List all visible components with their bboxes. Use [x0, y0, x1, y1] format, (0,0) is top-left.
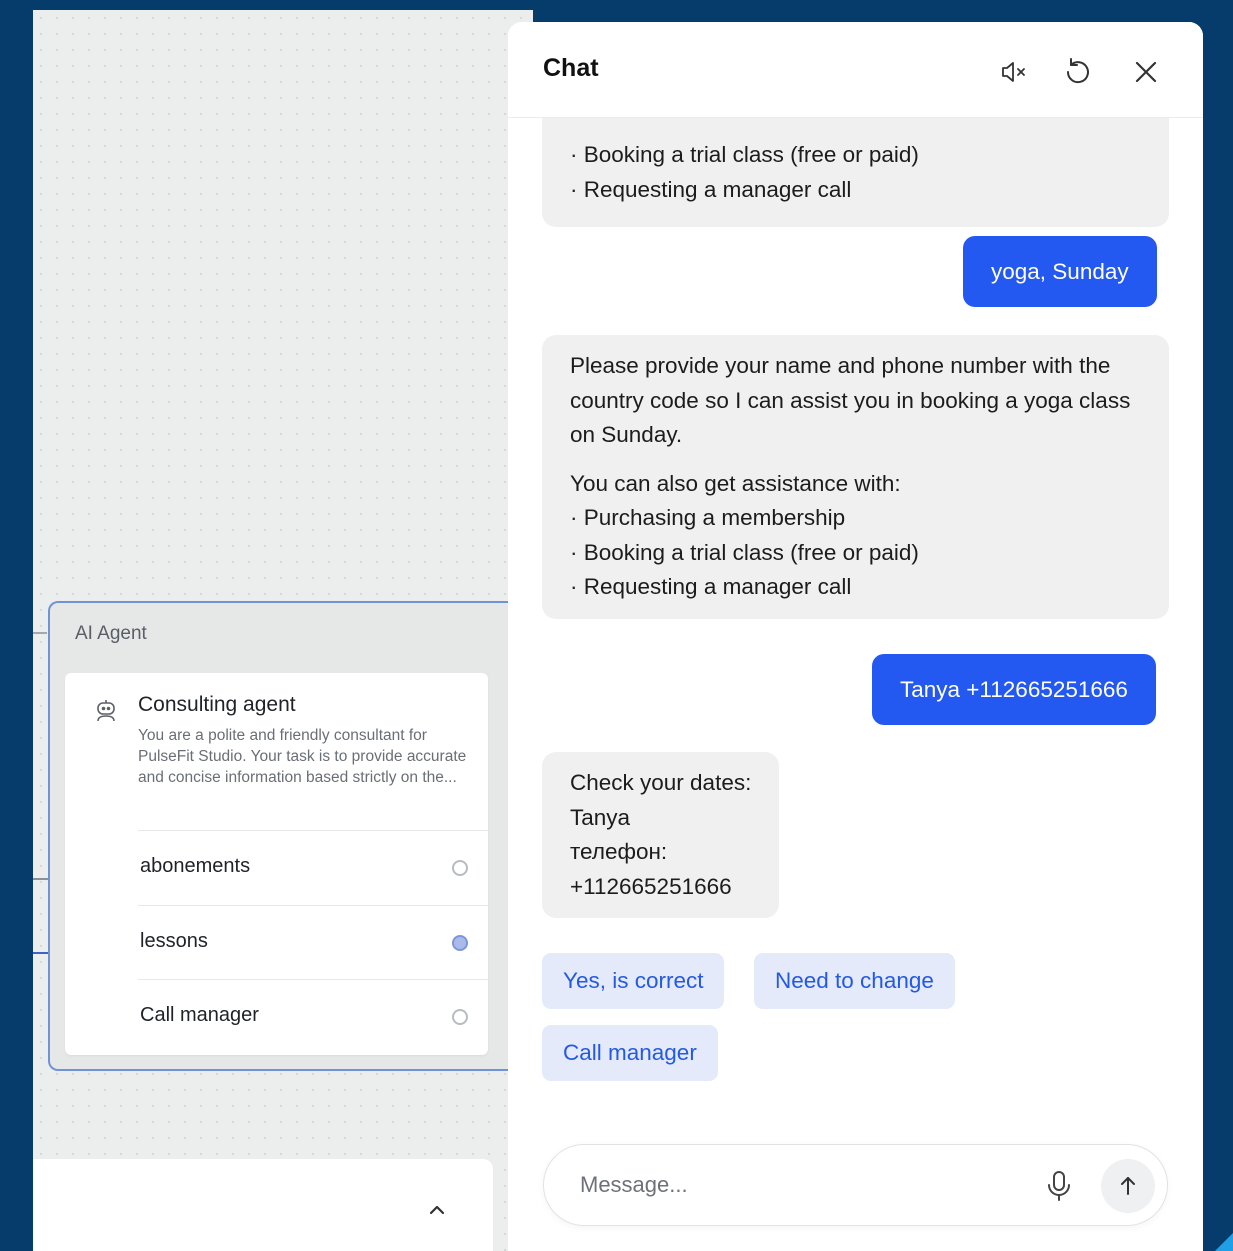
- chat-header: Chat: [508, 22, 1203, 118]
- flow-canvas[interactable]: AI Agent Consulting agent You are a poli…: [33, 10, 533, 1251]
- message-paragraph: Please provide your name and phone numbe…: [570, 353, 1131, 447]
- speaker-muted-icon[interactable]: [998, 56, 1030, 88]
- user-message: Tanya +112665251666: [872, 654, 1156, 725]
- node-title: AI Agent: [75, 623, 147, 644]
- chat-panel: · Booking a trial class (free or paid) ·…: [508, 22, 1203, 1251]
- microphone-icon[interactable]: [1044, 1169, 1074, 1203]
- message-input[interactable]: [580, 1167, 1020, 1203]
- message-line: Check your dates:: [570, 770, 752, 795]
- output-port[interactable]: [452, 935, 468, 951]
- user-message: yoga, Sunday: [963, 236, 1157, 307]
- message-line: +112665251666: [570, 873, 732, 899]
- robot-icon: [97, 700, 115, 722]
- close-icon[interactable]: [1130, 56, 1162, 88]
- bot-message: Please provide your name and phone numbe…: [542, 335, 1169, 619]
- option-label: Call manager: [140, 1004, 259, 1026]
- reset-icon[interactable]: [1062, 56, 1094, 88]
- agent-card[interactable]: Consulting agent You are a polite and fr…: [65, 673, 488, 1055]
- output-port[interactable]: [452, 1009, 468, 1025]
- option-row-abonements[interactable]: abonements: [138, 830, 488, 905]
- ai-agent-node[interactable]: AI Agent Consulting agent You are a poli…: [48, 601, 518, 1071]
- chat-title: Chat: [543, 54, 599, 82]
- quick-reply-call-manager[interactable]: Call manager: [542, 1025, 718, 1081]
- input-connector: [33, 632, 47, 634]
- bot-message: Check your dates: Tanya телефон: +112665…: [542, 752, 780, 918]
- option-label: lessons: [140, 930, 208, 952]
- message-composer: [543, 1144, 1168, 1226]
- message-line: Tanya: [570, 804, 631, 830]
- quick-reply-yes-correct[interactable]: Yes, is correct: [542, 953, 725, 1009]
- quick-reply-need-change[interactable]: Need to change: [754, 953, 955, 1009]
- output-port[interactable]: [452, 860, 468, 876]
- option-label: abonements: [140, 855, 251, 877]
- message-line: · Requesting a manager call: [570, 176, 852, 202]
- corner-accent: [1215, 1233, 1233, 1251]
- agent-title: Consulting agent: [138, 693, 296, 716]
- bot-message: · Booking a trial class (free or paid) ·…: [542, 102, 1169, 227]
- option-row-call-manager[interactable]: Call manager: [138, 979, 488, 1054]
- chevron-up-icon[interactable]: [426, 1199, 448, 1221]
- bottom-panel: [33, 1159, 493, 1251]
- message-line: · Requesting a manager call: [570, 574, 852, 599]
- message-line: · Booking a trial class (free or paid): [570, 539, 919, 565]
- message-paragraph: You can also get assistance with: · Purc…: [570, 467, 1141, 605]
- message-line: телефон:: [570, 839, 668, 864]
- message-line: You can also get assistance with:: [570, 470, 901, 496]
- agent-description: You are a polite and friendly consultant…: [138, 727, 467, 786]
- message-line: · Booking a trial class (free or paid): [570, 142, 919, 167]
- arrow-up-icon: [1121, 1177, 1135, 1195]
- send-button[interactable]: [1101, 1159, 1155, 1213]
- option-row-lessons[interactable]: lessons: [138, 905, 488, 980]
- message-line: · Purchasing a membership: [570, 505, 846, 530]
